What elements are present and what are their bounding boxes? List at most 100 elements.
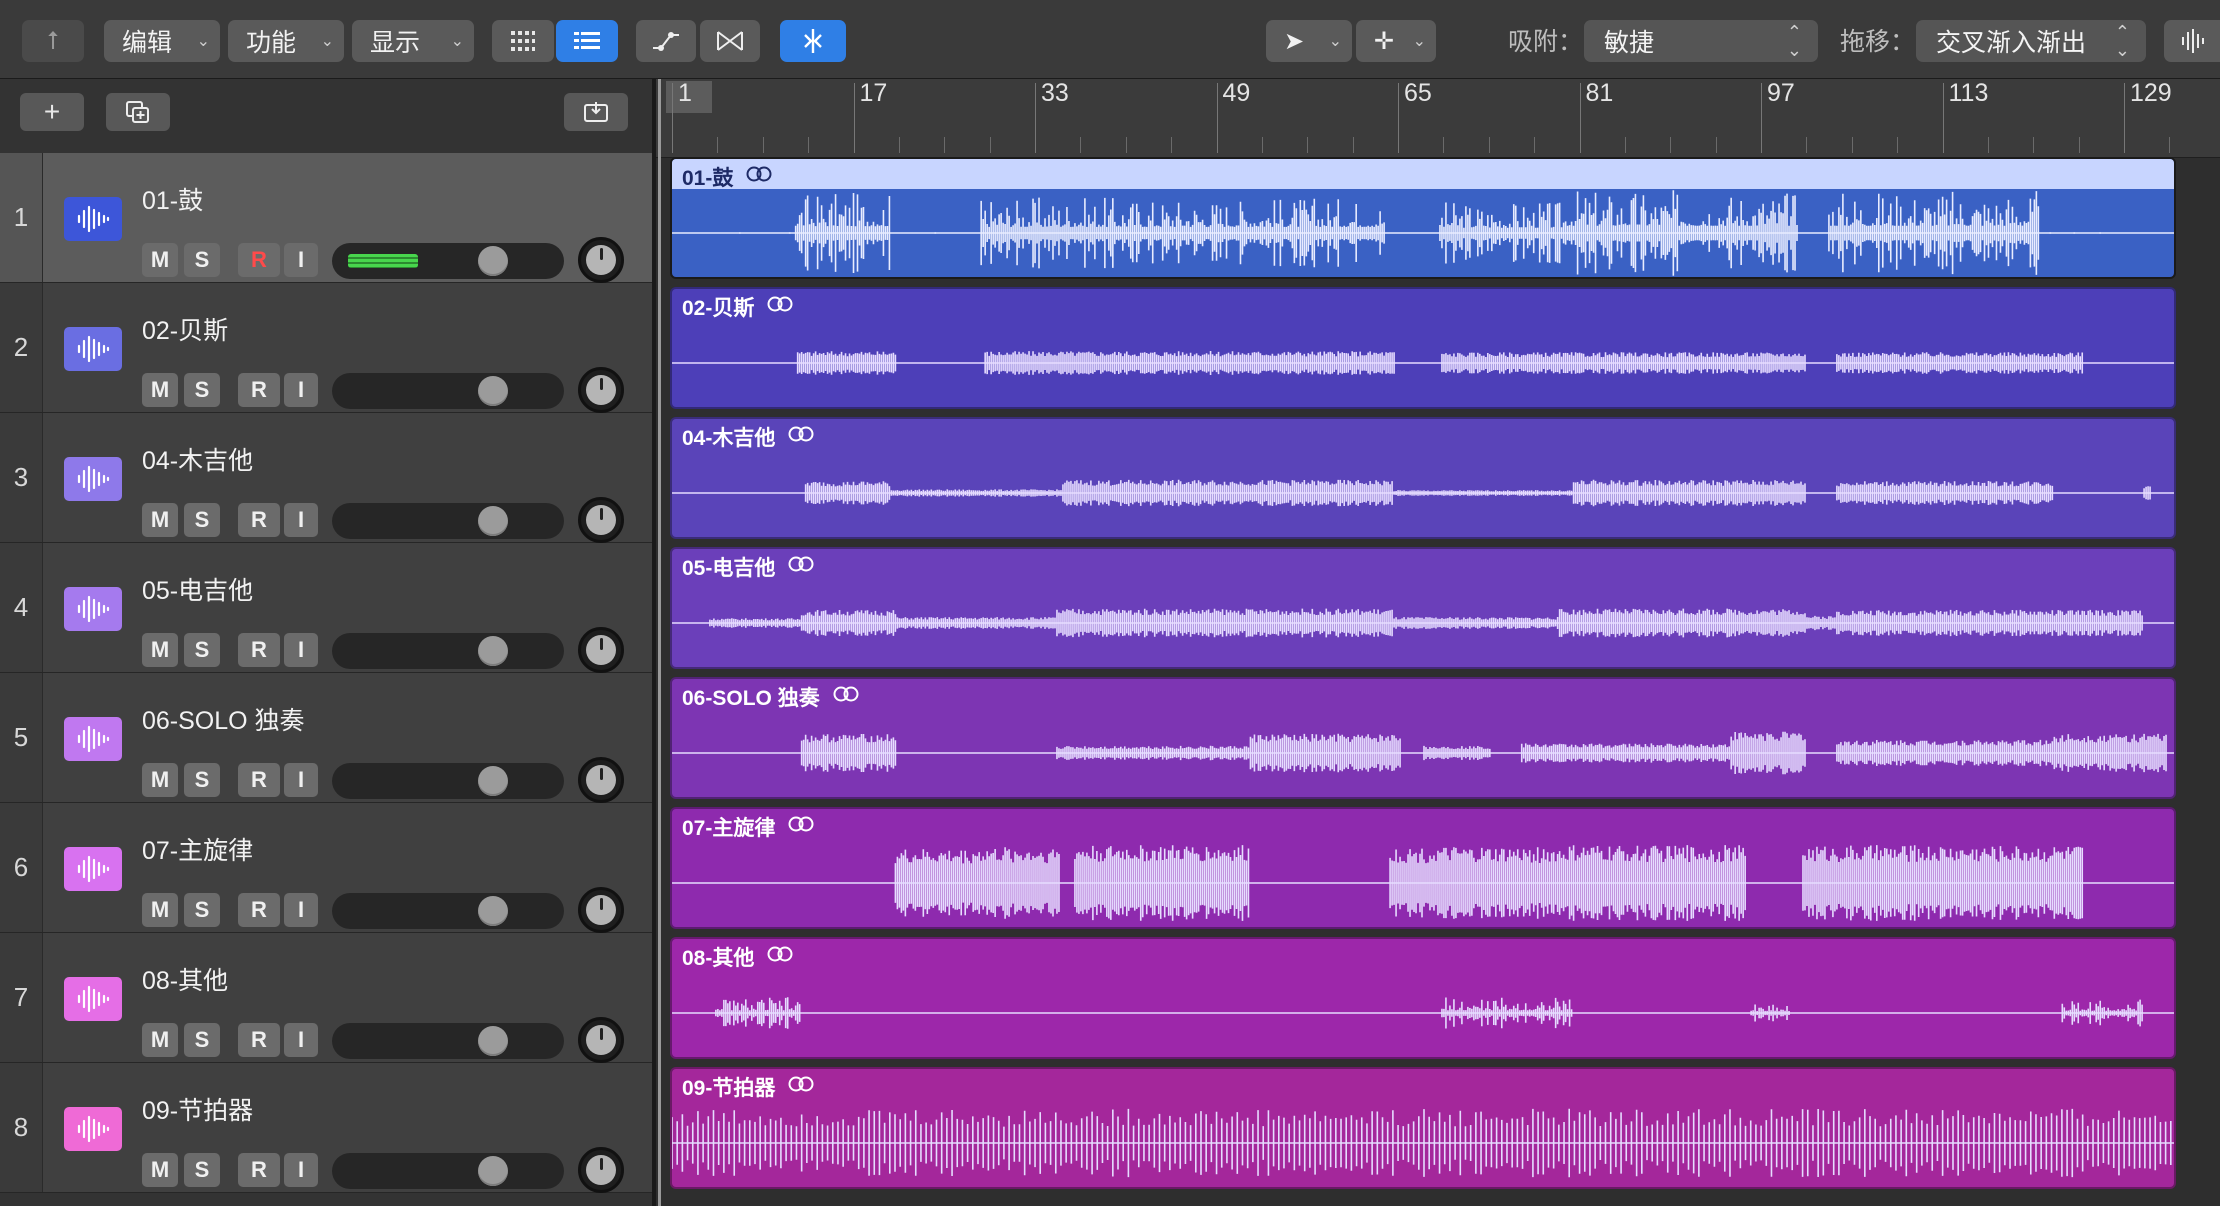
volume-slider-knob[interactable]: [478, 506, 508, 536]
track-name[interactable]: 09-节拍器: [142, 1091, 253, 1127]
flex-button[interactable]: [700, 20, 760, 62]
up-arrow-icon[interactable]: ⭡: [22, 20, 84, 62]
record-enable-button[interactable]: R: [238, 763, 280, 797]
record-enable-button[interactable]: R: [238, 503, 280, 537]
pan-knob[interactable]: [578, 757, 624, 803]
audio-region[interactable]: 06-SOLO 独奏: [670, 677, 2176, 799]
region-header[interactable]: 09-节拍器: [672, 1069, 2174, 1100]
audio-waveform-icon[interactable]: [64, 977, 122, 1021]
solo-button[interactable]: S: [184, 893, 220, 927]
audio-waveform-icon[interactable]: [64, 587, 122, 631]
pan-knob[interactable]: [578, 887, 624, 933]
input-monitor-button[interactable]: I: [284, 1023, 318, 1057]
solo-button[interactable]: S: [184, 1023, 220, 1057]
pointer-tool-menu[interactable]: ➤ ⌄: [1266, 20, 1352, 62]
mute-button[interactable]: M: [142, 373, 178, 407]
volume-slider-knob[interactable]: [478, 1026, 508, 1056]
volume-slider[interactable]: [332, 1023, 564, 1059]
mute-button[interactable]: M: [142, 1153, 178, 1187]
track-header[interactable]: 7 08-其他 M S R I: [0, 933, 652, 1063]
volume-slider[interactable]: [332, 503, 564, 539]
mute-button[interactable]: M: [142, 633, 178, 667]
automation-button[interactable]: [636, 20, 696, 62]
record-enable-button[interactable]: R: [238, 1153, 280, 1187]
volume-slider[interactable]: [332, 763, 564, 799]
audio-region[interactable]: 08-其他: [670, 937, 2176, 1059]
track-name[interactable]: 05-电吉他: [142, 571, 253, 607]
audio-region[interactable]: 07-主旋律: [670, 807, 2176, 929]
region-header[interactable]: 01-鼓: [672, 159, 2174, 190]
volume-slider-knob[interactable]: [478, 376, 508, 406]
record-enable-button[interactable]: R: [238, 893, 280, 927]
track-header[interactable]: 1 01-鼓 M S R I: [0, 153, 652, 283]
audio-waveform-icon[interactable]: [64, 717, 122, 761]
track-header[interactable]: 6 07-主旋律 M S R I: [0, 803, 652, 933]
pan-knob[interactable]: [578, 237, 624, 283]
record-enable-button[interactable]: R: [238, 243, 280, 277]
volume-slider-knob[interactable]: [478, 636, 508, 666]
audio-region[interactable]: 04-木吉他: [670, 417, 2176, 539]
region-header[interactable]: 04-木吉他: [672, 419, 2174, 450]
record-enable-button[interactable]: R: [238, 373, 280, 407]
pan-knob[interactable]: [578, 627, 624, 673]
bar-ruler[interactable]: 1 17 33 49 65 81 97 113 129: [656, 79, 2220, 158]
list-view-button[interactable]: [556, 20, 618, 62]
audio-waveform-icon[interactable]: [64, 847, 122, 891]
audio-region[interactable]: 01-鼓: [670, 157, 2176, 279]
volume-slider[interactable]: [332, 893, 564, 929]
duplicate-track-button[interactable]: [106, 93, 170, 131]
audio-waveform-icon[interactable]: [64, 457, 122, 501]
region-header[interactable]: 08-其他: [672, 939, 2174, 970]
volume-slider[interactable]: [332, 1153, 564, 1189]
track-header[interactable]: 2 02-贝斯 M S R I: [0, 283, 652, 413]
volume-slider[interactable]: [332, 243, 564, 279]
track-name[interactable]: 08-其他: [142, 961, 228, 997]
mute-button[interactable]: M: [142, 243, 178, 277]
solo-button[interactable]: S: [184, 503, 220, 537]
input-monitor-button[interactable]: I: [284, 373, 318, 407]
volume-slider-knob[interactable]: [478, 766, 508, 796]
solo-button[interactable]: S: [184, 633, 220, 667]
functions-menu-button[interactable]: 功能 ⌄: [228, 20, 344, 62]
record-enable-button[interactable]: R: [238, 1023, 280, 1057]
catch-playhead-button[interactable]: [780, 20, 846, 62]
input-monitor-button[interactable]: I: [284, 633, 318, 667]
solo-button[interactable]: S: [184, 373, 220, 407]
catch-content-button[interactable]: [564, 93, 628, 131]
pan-knob[interactable]: [578, 367, 624, 413]
solo-button[interactable]: S: [184, 243, 220, 277]
volume-slider-knob[interactable]: [478, 896, 508, 926]
volume-slider[interactable]: [332, 633, 564, 669]
track-name[interactable]: 07-主旋律: [142, 831, 253, 867]
region-header[interactable]: 07-主旋律: [672, 809, 2174, 840]
drag-select[interactable]: 交叉渐入渐出 ⌃ ⌄: [1916, 20, 2146, 62]
input-monitor-button[interactable]: I: [284, 893, 318, 927]
audio-waveform-icon[interactable]: [64, 197, 122, 241]
waveform-zoom-button[interactable]: [2164, 20, 2220, 62]
grid-view-button[interactable]: [492, 20, 554, 62]
audio-region[interactable]: 05-电吉他: [670, 547, 2176, 669]
volume-slider[interactable]: [332, 373, 564, 409]
solo-button[interactable]: S: [184, 763, 220, 797]
input-monitor-button[interactable]: I: [284, 1153, 318, 1187]
edit-menu-button[interactable]: 编辑 ⌄: [104, 20, 220, 62]
mute-button[interactable]: M: [142, 1023, 178, 1057]
track-name[interactable]: 01-鼓: [142, 181, 203, 217]
secondary-tool-menu[interactable]: ✛ ⌄: [1356, 20, 1436, 62]
pan-knob[interactable]: [578, 1147, 624, 1193]
add-track-button[interactable]: +: [20, 93, 84, 131]
track-header[interactable]: 5 06-SOLO 独奏 M S R I: [0, 673, 652, 803]
volume-slider-knob[interactable]: [478, 246, 508, 276]
volume-slider-knob[interactable]: [478, 1156, 508, 1186]
tracks-area[interactable]: 1 17 33 49 65 81 97 113 129 01-鼓 02-贝斯 04-木吉他 05-电吉…: [656, 79, 2220, 1206]
input-monitor-button[interactable]: I: [284, 243, 318, 277]
mute-button[interactable]: M: [142, 503, 178, 537]
input-monitor-button[interactable]: I: [284, 763, 318, 797]
playhead[interactable]: [658, 79, 661, 1206]
region-header[interactable]: 06-SOLO 独奏: [672, 679, 2174, 710]
view-menu-button[interactable]: 显示 ⌄: [352, 20, 474, 62]
track-header[interactable]: 8 09-节拍器 M S R I: [0, 1063, 652, 1193]
track-name[interactable]: 04-木吉他: [142, 441, 253, 477]
input-monitor-button[interactable]: I: [284, 503, 318, 537]
region-header[interactable]: 05-电吉他: [672, 549, 2174, 580]
